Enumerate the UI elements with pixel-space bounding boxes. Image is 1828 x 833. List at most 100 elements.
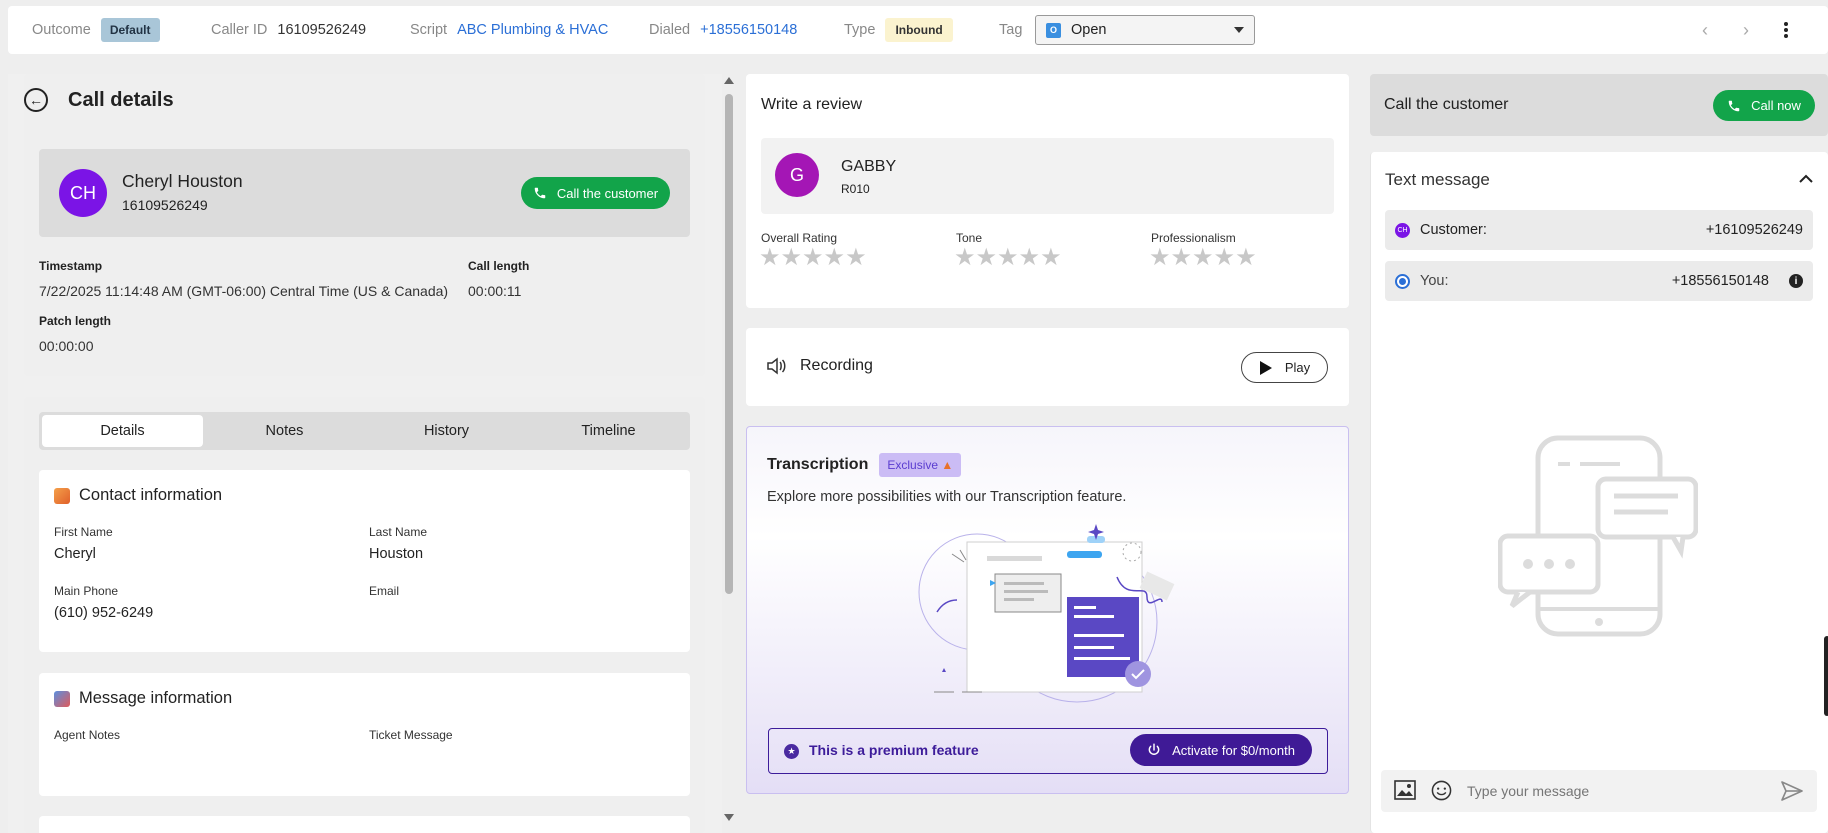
play-icon: [1259, 360, 1272, 375]
agent-name: GABBY: [841, 158, 897, 175]
timestamp-label: Timestamp: [39, 259, 103, 273]
your-number: +18556150148: [1671, 273, 1769, 289]
text-message-title: Text message: [1385, 170, 1490, 189]
star-badge-icon: ★: [784, 744, 799, 759]
script-label: Script: [410, 22, 448, 38]
scroll-down-arrow-icon[interactable]: [724, 814, 734, 821]
caller-id-value: 16109526249: [277, 22, 367, 38]
transcription-card: Transcription Exclusive ▲ Explore more p…: [746, 426, 1349, 794]
outcome-label: Outcome: [32, 22, 91, 38]
tag-status-icon: O: [1046, 22, 1061, 38]
message-information-heading: Message information: [79, 689, 233, 707]
customer-number: +16109526249: [1705, 222, 1803, 238]
star-icon[interactable]: ★: [1019, 246, 1041, 270]
activate-button[interactable]: Activate for $0/month: [1130, 734, 1312, 766]
tag-field: Tag: [999, 6, 1032, 54]
tag-select[interactable]: O Open: [1035, 15, 1255, 45]
chevron-left-icon[interactable]: ‹: [1695, 20, 1715, 40]
transcription-illustration: [918, 524, 1175, 703]
star-icon[interactable]: ★: [954, 246, 976, 270]
patch-length-label: Patch length: [39, 314, 112, 328]
tone-stars[interactable]: ★ ★ ★ ★ ★: [954, 246, 1062, 270]
scroll-up-arrow-icon[interactable]: [724, 77, 734, 84]
left-scrollbar[interactable]: [722, 74, 736, 833]
caller-id-field: Caller ID 16109526249: [211, 6, 366, 54]
image-icon[interactable]: [1394, 780, 1416, 800]
star-icon[interactable]: ★: [824, 246, 846, 270]
play-label: Play: [1284, 360, 1311, 375]
agent-avatar: G: [775, 153, 819, 197]
star-icon[interactable]: ★: [1192, 246, 1214, 270]
star-icon[interactable]: ★: [976, 246, 998, 270]
dialed-link[interactable]: +18556150148: [700, 22, 797, 38]
star-icon[interactable]: ★: [759, 246, 781, 270]
star-icon[interactable]: ★: [1040, 246, 1062, 270]
outcome-field: Outcome Default: [32, 6, 160, 54]
transcription-title: Transcription: [767, 456, 869, 473]
main-phone-label: Main Phone: [54, 584, 119, 598]
star-icon[interactable]: ★: [1214, 246, 1236, 270]
activate-label: Activate for $0/month: [1172, 742, 1295, 758]
dialed-label: Dialed: [649, 22, 691, 38]
scrollbar-thumb[interactable]: [725, 94, 733, 594]
tag-label: Tag: [999, 22, 1023, 38]
email-label: Email: [369, 584, 400, 598]
review-card: Write a review G GABBY R010 Overall Rati…: [746, 74, 1349, 308]
back-arrow-icon[interactable]: ←: [24, 88, 48, 112]
message-information-card: Message information Agent Notes Ticket M…: [39, 673, 690, 796]
last-name-value: Houston: [369, 546, 424, 562]
call-now-label: Call now: [1751, 98, 1801, 113]
you-label: You:: [1420, 273, 1449, 289]
speaker-icon: [767, 357, 786, 375]
page-title: Call details: [68, 88, 174, 111]
call-length-label: Call length: [468, 259, 530, 273]
premium-text: This is a premium feature: [809, 742, 979, 758]
info-icon[interactable]: i: [1789, 274, 1803, 288]
ticket-message-label: Ticket Message: [369, 728, 453, 742]
page-scroll-handle[interactable]: [1824, 636, 1828, 716]
star-icon[interactable]: ★: [1235, 246, 1257, 270]
tab-history[interactable]: History: [366, 415, 527, 447]
star-icon[interactable]: ★: [1149, 246, 1171, 270]
tab-notes[interactable]: Notes: [204, 415, 365, 447]
customer-number-row: CH Customer: +16109526249: [1385, 210, 1813, 250]
transcription-description: Explore more possibilities with our Tran…: [767, 489, 1127, 505]
script-link[interactable]: ABC Plumbing & HVAC: [457, 22, 608, 38]
play-button[interactable]: Play: [1241, 352, 1328, 383]
professionalism-stars[interactable]: ★ ★ ★ ★ ★: [1149, 246, 1257, 270]
mailbox-icon: [54, 690, 70, 707]
chevron-right-icon[interactable]: ›: [1736, 20, 1756, 40]
overall-rating-stars[interactable]: ★ ★ ★ ★ ★: [759, 246, 867, 270]
details-tabs: Details Notes History Timeline: [39, 412, 690, 450]
customer-label: Customer:: [1420, 222, 1487, 238]
recording-card: Recording Play: [746, 328, 1349, 406]
contact-summary: CH Cheryl Houston 16109526249 Call the c…: [39, 149, 690, 237]
send-icon[interactable]: [1781, 781, 1803, 801]
more-vertical-icon[interactable]: [1776, 20, 1796, 40]
star-icon[interactable]: ★: [1171, 246, 1193, 270]
tab-details[interactable]: Details: [42, 415, 203, 447]
call-now-button[interactable]: Call now: [1713, 90, 1815, 121]
star-icon[interactable]: ★: [997, 246, 1019, 270]
agent-notes-label: Agent Notes: [54, 728, 121, 742]
phone-chat-illustration: [1498, 435, 1698, 637]
tab-timeline[interactable]: Timeline: [528, 415, 689, 447]
you-icon: [1395, 273, 1410, 289]
emoji-icon[interactable]: [1431, 780, 1452, 801]
call-customer-button[interactable]: Call the customer: [521, 177, 670, 209]
star-icon[interactable]: ★: [781, 246, 803, 270]
call-customer-text: Call the customer: [1384, 96, 1509, 113]
contact-information-heading: Contact information: [79, 486, 223, 504]
chevron-up-icon[interactable]: [1799, 174, 1813, 184]
type-label: Type: [844, 22, 876, 38]
customer-avatar: CH: [1395, 222, 1410, 238]
phone-icon: [534, 187, 546, 199]
star-icon[interactable]: ★: [845, 246, 867, 270]
text-message-card: Text message CH Customer: +16109526249 Y…: [1370, 152, 1828, 833]
star-icon[interactable]: ★: [802, 246, 824, 270]
message-composer: [1381, 770, 1817, 812]
message-input[interactable]: [1467, 777, 1767, 805]
your-number-row: You: +18556150148 i: [1385, 261, 1813, 301]
contact-name: Cheryl Houston: [122, 171, 243, 191]
power-icon: [1148, 743, 1160, 755]
